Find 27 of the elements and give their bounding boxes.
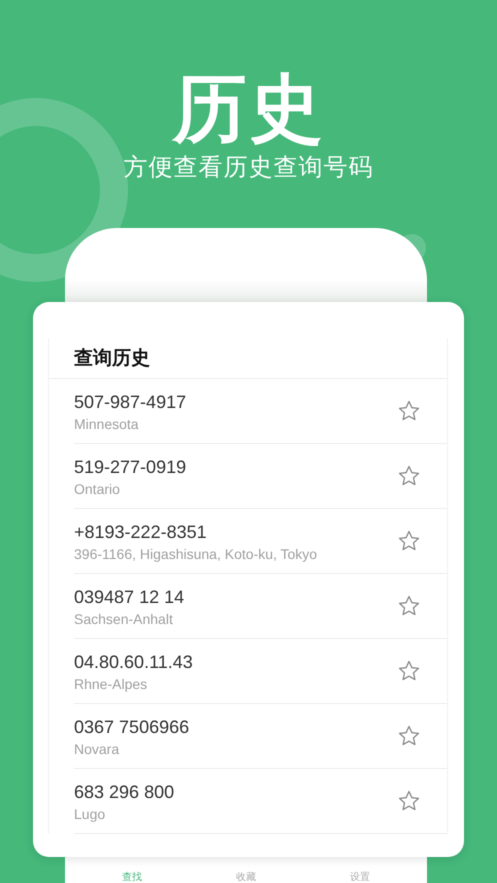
phone-number: 0367 7506966 — [74, 717, 190, 738]
section-title: 查询历史 — [74, 346, 150, 371]
location-text: 396-1166, Higashisuna, Koto-ku, Tokyo — [74, 546, 318, 562]
star-icon[interactable] — [397, 399, 421, 423]
star-icon[interactable] — [397, 724, 421, 748]
location-text: Rhne-Alpes — [74, 676, 148, 692]
location-text: Lugo — [74, 806, 106, 822]
phone-number: +8193-222-8351 — [74, 522, 207, 543]
subtitle: 方便查看历史查询号码 — [124, 152, 374, 182]
phone-number: 519-277-0919 — [74, 457, 186, 478]
star-icon[interactable] — [397, 529, 421, 553]
tab[interactable]: 查找 — [114, 868, 150, 883]
tab[interactable]: 收藏 — [228, 868, 264, 883]
star-icon[interactable] — [397, 594, 421, 618]
phone-number: 683 296 800 — [74, 782, 174, 803]
phone-number: 04.80.60.11.43 — [74, 652, 193, 673]
location-text: Sachsen-Anhalt — [74, 611, 173, 627]
location-text: Novara — [74, 741, 120, 757]
star-icon[interactable] — [397, 659, 421, 683]
phone-number: 039487 12 14 — [74, 587, 184, 608]
star-icon[interactable] — [397, 789, 421, 813]
tab[interactable]: 设置 — [342, 868, 378, 883]
phone-number: 507-987-4917 — [74, 392, 186, 413]
location-text: Ontario — [74, 481, 120, 497]
star-icon[interactable] — [397, 464, 421, 488]
location-text: Minnesota — [74, 416, 139, 432]
headline: 历史 — [172, 66, 324, 152]
